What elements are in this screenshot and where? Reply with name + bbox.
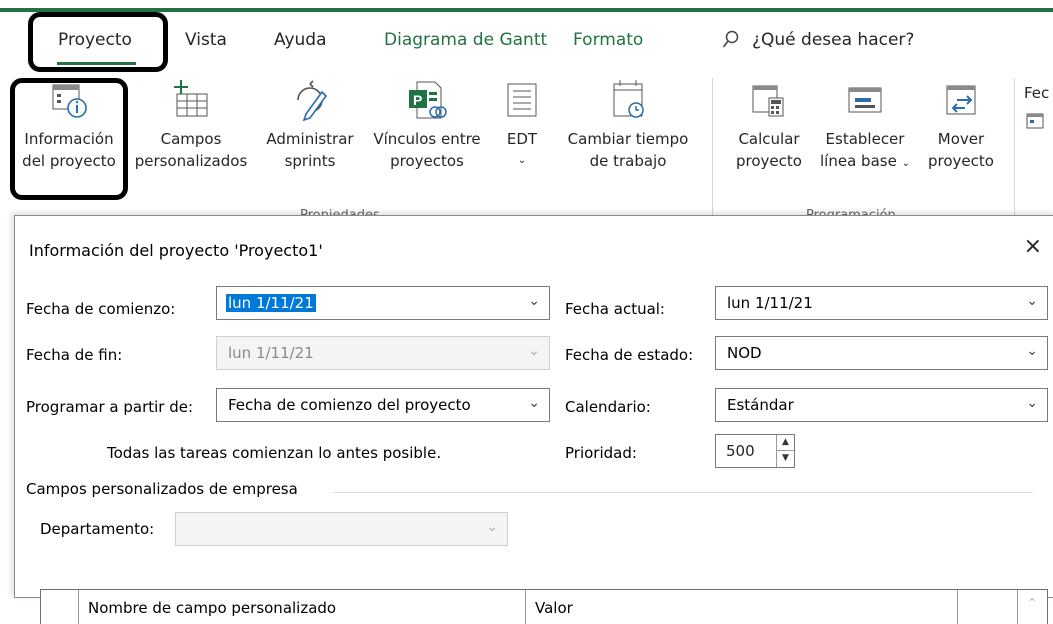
- chevron-down-icon: ⌄: [1026, 395, 1038, 411]
- vinculos-label-1: Vínculos entre: [373, 130, 481, 148]
- campos-personalizados-button[interactable]: Campos personalizados: [126, 78, 256, 172]
- fecha-actual-value: lun 1/11/21: [727, 294, 813, 312]
- cambiar-tiempo-trabajo-button[interactable]: Cambiar tiempo de trabajo: [554, 78, 702, 172]
- tab-vista[interactable]: Vista: [185, 30, 227, 50]
- column-header-nombre-text: Nombre de campo personalizado: [88, 599, 337, 617]
- calendario-value: Estándar: [727, 396, 794, 414]
- establecer-label-1: Establecer: [825, 130, 905, 148]
- fecha-actual-label: Fecha actual:: [565, 300, 665, 318]
- spinner-buttons: ▲ ▼: [776, 435, 794, 467]
- prioridad-value: 500: [726, 442, 755, 460]
- vinculos-label-2: proyectos: [390, 152, 464, 170]
- calendario-combo[interactable]: Estándar ⌄: [715, 388, 1048, 422]
- establecer-label-2-text: línea base: [820, 152, 897, 170]
- ribbon-separator: [712, 78, 713, 218]
- tab-formato[interactable]: Formato: [573, 30, 643, 50]
- mover-proyecto-button[interactable]: Mover proyecto: [920, 78, 1002, 172]
- wbs-icon: [498, 78, 546, 122]
- campos-label-1: Campos: [160, 130, 222, 148]
- cambiar-label-2: de trabajo: [589, 152, 667, 170]
- highlight-proyecto-tab: [28, 12, 168, 72]
- fecha-estado-label: Fecha de estado:: [565, 346, 694, 364]
- sprints-label-2: sprints: [284, 152, 336, 170]
- chevron-down-icon: ⌄: [1026, 343, 1038, 359]
- edt-label: EDT: [506, 130, 538, 148]
- fecha-estado-combo[interactable]: NOD ⌄: [715, 336, 1048, 370]
- programar-value: Fecha de comienzo del proyecto: [228, 396, 471, 414]
- fecha-fin-label: Fecha de fin:: [26, 346, 123, 364]
- calcular-label-2: proyecto: [736, 152, 802, 170]
- column-header-valor-text: Valor: [535, 599, 573, 617]
- fecha-fin-value: lun 1/11/21: [228, 344, 314, 362]
- prioridad-label: Prioridad:: [565, 444, 637, 462]
- fecha-estado-value: NOD: [727, 344, 762, 362]
- establecer-linea-base-button[interactable]: Establecer línea base ⌄: [810, 78, 920, 175]
- chevron-down-icon: ⌄: [528, 343, 540, 359]
- todas-tareas-text: Todas las tareas comienzan lo antes posi…: [107, 444, 442, 462]
- campos-label-2: personalizados: [134, 152, 248, 170]
- fecha-comienzo-combo[interactable]: lun 1/11/21 ⌄: [216, 286, 550, 320]
- row-selector-header[interactable]: [41, 590, 79, 624]
- group-divider: [333, 492, 1033, 493]
- chevron-down-icon: ⌄: [901, 158, 910, 169]
- calcular-label-1: Calcular: [738, 130, 800, 148]
- spin-up-icon[interactable]: ▲: [777, 435, 794, 451]
- column-header-empty: [958, 590, 1018, 624]
- chevron-down-icon: ⌄: [517, 155, 527, 166]
- close-icon[interactable]: ×: [1024, 234, 1042, 259]
- chevron-down-icon: ⌄: [528, 395, 540, 411]
- chevron-down-icon: ⌄: [486, 519, 498, 535]
- ribbon-fec-partial[interactable]: Fec: [1024, 84, 1049, 102]
- highlight-info-button: [10, 78, 128, 200]
- administrar-sprints-button[interactable]: Administrar sprints: [258, 78, 362, 172]
- custom-fields-icon: [126, 78, 256, 122]
- campos-empresa-label: Campos personalizados de empresa: [26, 480, 298, 498]
- calendario-label: Calendario:: [565, 398, 651, 416]
- column-header-nombre[interactable]: Nombre de campo personalizado: [79, 590, 526, 624]
- mover-label-2: proyecto: [928, 152, 994, 170]
- custom-fields-grid-header: Nombre de campo personalizado Valor ⌃: [40, 589, 1048, 624]
- tell-me-search[interactable]: ¿Qué desea hacer?: [752, 30, 914, 50]
- prioridad-spinner[interactable]: 500 ▲ ▼: [715, 434, 795, 468]
- chevron-down-icon: ⌄: [528, 293, 540, 309]
- calcular-proyecto-button[interactable]: Calcular proyecto: [730, 78, 808, 172]
- edt-button[interactable]: EDT ⌄: [498, 78, 546, 172]
- calculate-icon: [730, 78, 808, 122]
- fecha-comienzo-label: Fecha de comienzo:: [26, 300, 176, 318]
- scrollbar-up-arrow[interactable]: ⌃: [1018, 590, 1048, 624]
- project-links-icon: P: [364, 78, 490, 122]
- programar-combo[interactable]: Fecha de comienzo del proyecto ⌄: [216, 388, 550, 422]
- tab-diagrama-gantt[interactable]: Diagrama de Gantt: [384, 30, 547, 50]
- cambiar-label-1: Cambiar tiempo: [567, 130, 689, 148]
- mover-label-1: Mover: [937, 130, 985, 148]
- sprints-icon: [258, 78, 362, 122]
- departamento-combo: ⌄: [175, 512, 508, 546]
- project-info-dialog: Información del proyecto 'Proyecto1' × F…: [14, 215, 1053, 624]
- svg-text:P: P: [413, 92, 422, 108]
- fecha-actual-combo[interactable]: lun 1/11/21 ⌄: [715, 286, 1048, 320]
- spin-down-icon[interactable]: ▼: [777, 451, 794, 466]
- calendar-clock-icon: [554, 78, 702, 122]
- title-bar-strip: [0, 0, 1053, 12]
- establecer-label-2: línea base ⌄: [810, 150, 920, 175]
- dialog-title: Información del proyecto 'Proyecto1': [29, 241, 323, 260]
- ribbon-separator: [1014, 78, 1015, 218]
- vinculos-proyectos-button[interactable]: P Vínculos entre proyectos: [364, 78, 490, 172]
- move-project-icon: [920, 78, 1002, 122]
- baseline-icon: [810, 78, 920, 122]
- column-header-valor[interactable]: Valor: [526, 590, 958, 624]
- sprints-label-1: Administrar: [266, 130, 354, 148]
- chevron-down-icon: ⌄: [1026, 293, 1038, 309]
- fecha-comienzo-value: lun 1/11/21: [226, 294, 316, 312]
- programar-label: Programar a partir de:: [26, 398, 194, 416]
- status-date-icon: [1026, 112, 1044, 134]
- tab-ayuda[interactable]: Ayuda: [274, 30, 327, 50]
- departamento-label: Departamento:: [40, 520, 155, 538]
- search-icon[interactable]: [722, 30, 740, 55]
- fecha-fin-combo: lun 1/11/21 ⌄: [216, 336, 550, 370]
